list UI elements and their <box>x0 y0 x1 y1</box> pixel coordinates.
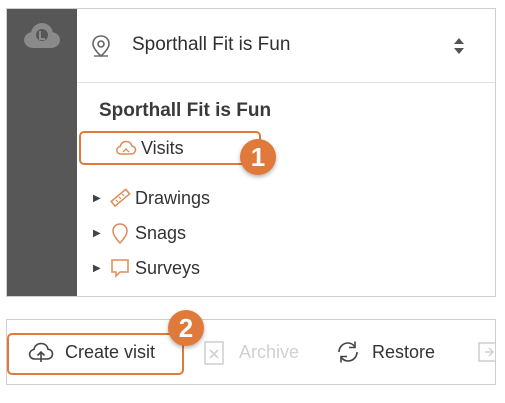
expand-arrow-icon[interactable]: ▶ <box>93 228 103 239</box>
tree-title: Sporthall Fit is Fun <box>99 100 272 121</box>
location-pin-icon <box>92 35 110 58</box>
cloud-logo-icon[interactable] <box>21 21 63 51</box>
export-button[interactable] <box>477 338 505 366</box>
tree-item-label: Surveys <box>135 257 201 278</box>
tree-item-label: Visits <box>141 137 184 158</box>
tree-item-visits[interactable]: Visits <box>115 135 184 161</box>
expand-arrow-icon[interactable]: ▶ <box>93 193 103 204</box>
project-name: Sporthall Fit is Fun <box>132 34 291 55</box>
step-badge-1: 1 <box>240 139 276 175</box>
tree-item-drawings[interactable]: ▶ Drawings <box>93 185 210 211</box>
cloud-upload-icon <box>28 342 54 362</box>
archive-button[interactable]: Archive <box>201 338 299 366</box>
side-rail <box>7 9 77 296</box>
speech-bubble-icon <box>111 259 129 278</box>
project-tree: Sporthall Fit is Fun Visits ▶ Drawings ▶ <box>77 83 495 296</box>
tree-item-label: Snags <box>135 222 187 243</box>
step-badge-2: 2 <box>168 310 204 346</box>
restore-label: Restore <box>372 341 436 362</box>
expand-arrow-icon[interactable]: ▶ <box>93 263 103 274</box>
project-selector[interactable]: Sporthall Fit is Fun <box>77 9 495 83</box>
create-visit-button[interactable]: Create visit <box>27 338 155 366</box>
tree-item-snags[interactable]: ▶ Snags <box>93 220 186 246</box>
restore-button[interactable]: Restore <box>334 338 435 366</box>
refresh-icon <box>338 341 358 363</box>
pin-icon <box>112 223 128 244</box>
sort-arrows-icon[interactable] <box>453 34 465 58</box>
create-visit-label: Create visit <box>65 341 156 362</box>
archive-icon <box>204 341 224 365</box>
visit-toolbar: Create visit Archive Restore <box>6 319 496 385</box>
cloud-icon <box>116 140 137 155</box>
export-icon <box>478 342 495 362</box>
tree-item-surveys[interactable]: ▶ Surveys <box>93 255 200 281</box>
archive-label: Archive <box>239 341 300 362</box>
tree-item-label: Drawings <box>135 187 211 208</box>
ruler-icon <box>110 188 131 208</box>
